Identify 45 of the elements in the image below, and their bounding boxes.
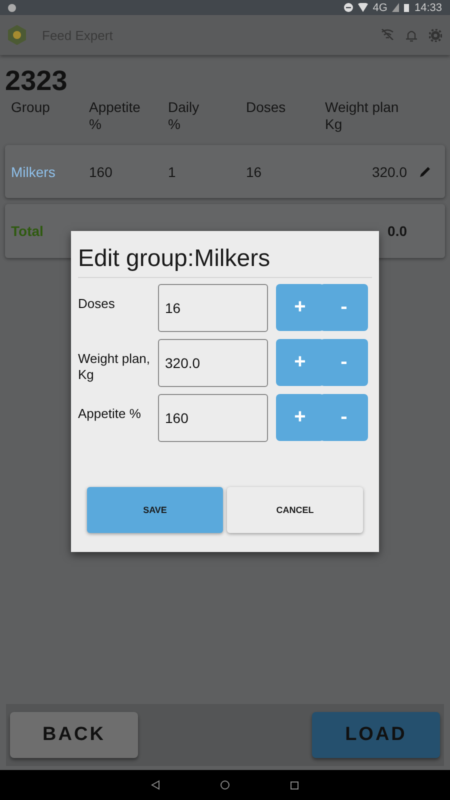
home-nav-icon[interactable] [220, 780, 230, 790]
field-label: Doses [78, 295, 116, 312]
column-header: Weight plan Kg [325, 99, 400, 134]
table-cell-text: 1 [168, 164, 177, 180]
table-cell-text: 160 [89, 164, 114, 180]
notification-icon [8, 4, 16, 12]
back-button[interactable]: BACK [10, 712, 138, 758]
back-nav-icon[interactable] [151, 780, 160, 790]
status-time: 14:33 [414, 2, 442, 14]
increment-button[interactable]: + [276, 394, 324, 441]
wifi-off-icon[interactable] [381, 28, 394, 40]
increment-button[interactable]: + [276, 339, 324, 386]
input-field[interactable]: 16 [158, 284, 268, 332]
column-header: Doses [246, 99, 287, 117]
wifi-icon [358, 3, 368, 12]
table-cell-text: 16 [246, 164, 263, 180]
column-header: Group [11, 99, 51, 117]
column-header: Appetite % [89, 99, 142, 134]
bell-icon[interactable] [406, 28, 417, 42]
column-header: Daily % [168, 99, 200, 134]
save-button[interactable]: SAVE [87, 487, 223, 533]
input-field[interactable]: 160 [158, 394, 268, 442]
table-cell: 0.0 [388, 223, 407, 239]
field-label: Weight plan, Kg [78, 350, 152, 383]
network-type: 4G [372, 2, 388, 14]
pencil-icon[interactable] [419, 166, 431, 178]
decrement-button[interactable]: - [320, 284, 368, 331]
cancel-button[interactable]: CANCEL [227, 487, 363, 533]
recents-nav-icon[interactable] [290, 780, 299, 790]
decrement-button[interactable]: - [320, 394, 368, 441]
total-label: Total [11, 223, 44, 239]
app-logo-icon [8, 25, 26, 45]
signal-icon [392, 3, 400, 12]
dialog-title: Edit group:Milkers [78, 231, 372, 278]
input-field[interactable]: 320.0 [158, 338, 268, 386]
field-label: Appetite % [78, 405, 142, 422]
settings-icon[interactable] [429, 28, 442, 42]
battery-icon [404, 3, 410, 12]
table-cell-text: 320.0 [370, 164, 407, 180]
decrement-button[interactable]: - [320, 339, 368, 386]
load-button[interactable]: LOAD [312, 712, 440, 758]
group-name[interactable]: Milkers [11, 164, 89, 180]
page-heading: 2323 [4, 64, 68, 98]
increment-button[interactable]: + [276, 284, 324, 331]
do-not-disturb-icon [344, 3, 353, 12]
